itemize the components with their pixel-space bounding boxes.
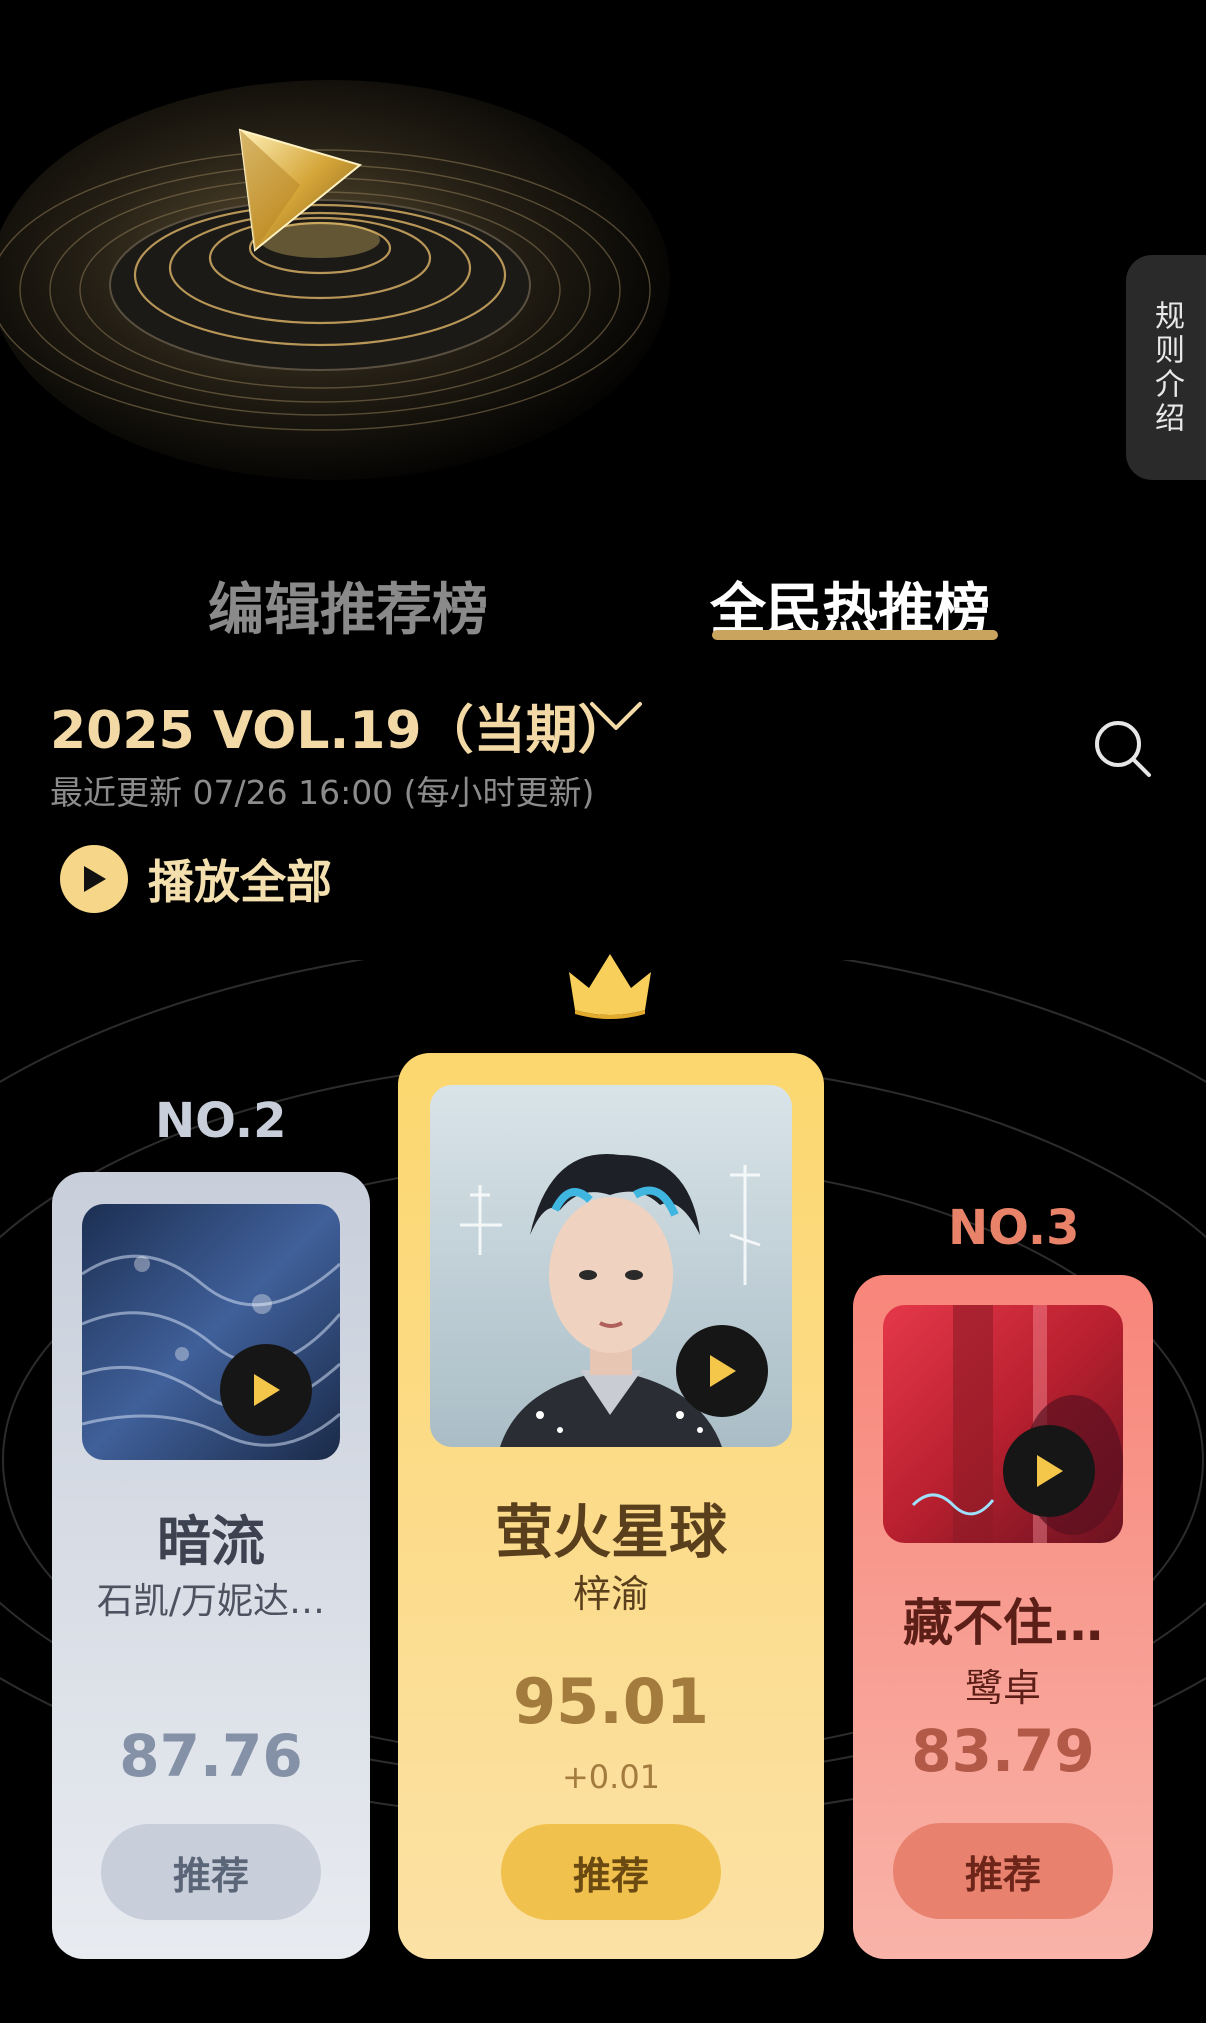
update-time: 最近更新 07/26 16:00 (每小时更新) xyxy=(50,773,595,812)
hero-banner xyxy=(0,0,700,520)
rank-2-card[interactable]: 暗流 石凯/万妮达… 87.76 推荐 xyxy=(52,1172,370,1959)
rules-tab-label: 规则介绍 xyxy=(1149,299,1184,436)
album-cover[interactable] xyxy=(82,1204,340,1460)
album-cover[interactable] xyxy=(430,1085,792,1447)
chevron-down-icon[interactable] xyxy=(588,698,644,734)
artist-name: 鹭卓 xyxy=(964,1666,1041,1710)
play-all-button[interactable]: 播放全部 xyxy=(60,845,332,913)
artist-name: 石凯/万妮达… xyxy=(96,1581,326,1622)
album-cover[interactable] xyxy=(883,1305,1123,1543)
score: 87.76 xyxy=(119,1722,303,1790)
period-selector[interactable]: 2025 VOL.19（当期） xyxy=(50,688,630,763)
active-tab-indicator xyxy=(712,630,998,640)
play-all-label: 播放全部 xyxy=(148,855,332,909)
recommend-button[interactable]: 推荐 xyxy=(893,1823,1113,1919)
rank-1-card[interactable]: 萤火星球 梓渝 95.01 +0.01 推荐 xyxy=(398,1053,824,1959)
rank-2-label: NO.2 xyxy=(155,1093,287,1149)
score: 83.79 xyxy=(911,1717,1095,1785)
song-title: 暗流 xyxy=(157,1510,265,1573)
tab-editor-picks[interactable]: 编辑推荐榜 xyxy=(208,565,488,646)
play-icon[interactable] xyxy=(1003,1425,1095,1517)
vinyl-trophy-icon xyxy=(0,0,700,520)
rank-3-label: NO.3 xyxy=(948,1200,1080,1256)
song-title: 萤火星球 xyxy=(494,1498,727,1566)
play-icon[interactable] xyxy=(676,1325,768,1417)
play-circle-icon xyxy=(60,845,128,913)
rules-tab[interactable]: 规则介绍 xyxy=(1126,255,1206,480)
crown-icon xyxy=(569,954,651,1019)
song-title: 藏不住… xyxy=(903,1594,1103,1652)
score: 95.01 xyxy=(512,1665,710,1738)
play-icon[interactable] xyxy=(220,1344,312,1436)
search-icon[interactable] xyxy=(1092,718,1154,780)
artist-name: 梓渝 xyxy=(572,1572,649,1616)
rank-3-card[interactable]: 藏不住… 鹭卓 83.79 推荐 xyxy=(853,1275,1153,1959)
recommend-button[interactable]: 推荐 xyxy=(101,1824,321,1920)
score-change: +0.01 xyxy=(561,1758,661,1796)
recommend-button[interactable]: 推荐 xyxy=(501,1824,721,1920)
